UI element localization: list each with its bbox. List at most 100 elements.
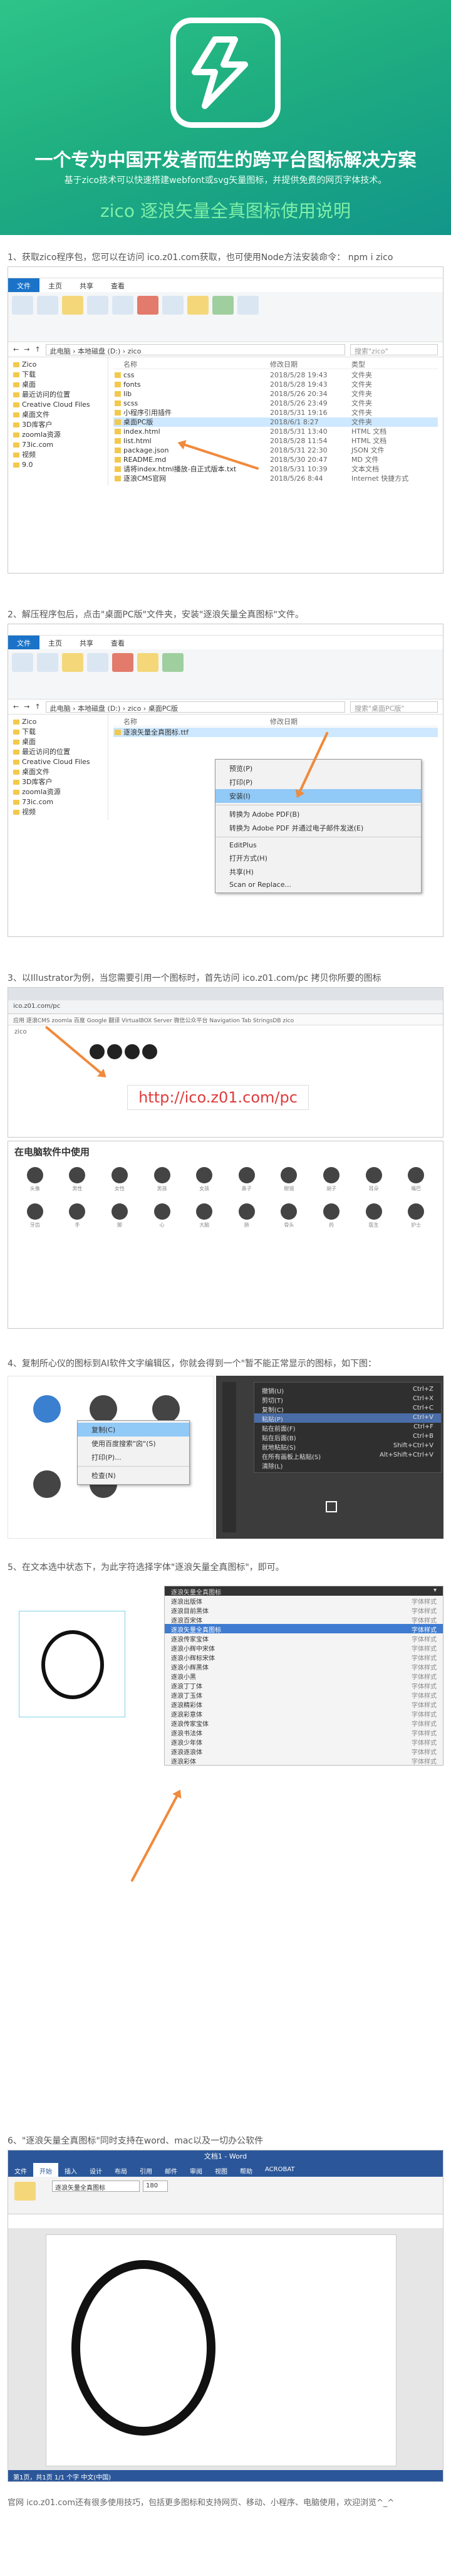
nav-item[interactable]: 9.0	[12, 460, 104, 470]
nav-item[interactable]: 桌面文件	[12, 767, 104, 777]
gallery-icon[interactable]: 眼镜	[270, 1167, 309, 1197]
file-row[interactable]: 请将index.html播放-自正式版本.txt 2018/5/31 10:39 文…	[113, 464, 438, 474]
tab-home[interactable]: 主页	[39, 278, 71, 292]
font-item[interactable]: 逐浪少年体 字体样式	[165, 1737, 443, 1747]
font-item[interactable]: 逐浪逐浪体 字体样式	[165, 1746, 443, 1756]
nav-item[interactable]: 桌面	[12, 380, 104, 390]
font-item[interactable]: 逐浪传家宝体 字体样式	[165, 1633, 443, 1643]
file-row[interactable]: scss 2018/5/26 23:49 文件夹	[113, 399, 438, 408]
nav-item[interactable]: Creative Cloud Files	[12, 757, 104, 767]
font-item-selected[interactable]: 逐浪矢量全真图标 字体样式	[165, 1624, 443, 1634]
file-row[interactable]: fonts 2018/5/28 19:43 文件夹	[113, 380, 438, 389]
menu-item-print[interactable]: 打印(P)	[215, 775, 421, 789]
font-item[interactable]: 逐浪小黑 字体样式	[165, 1671, 443, 1681]
font-item[interactable]: 逐浪精彩体 字体样式	[165, 1699, 443, 1709]
nav-item[interactable]: 下载	[12, 727, 104, 737]
file-row[interactable]: README.md 2018/5/30 20:47 MD 文件	[113, 455, 438, 464]
font-item[interactable]: 逐浪传家宝体 字体样式	[165, 1718, 443, 1728]
gallery-icon[interactable]: 男性	[58, 1167, 97, 1197]
bookmarks-bar[interactable]: 应用 逐浪CMS zoomla 百度 Google 翻译 VirtualBOX …	[8, 1014, 443, 1025]
menu-item-cut[interactable]: 剪切(T) Ctrl+X	[254, 1395, 441, 1405]
file-row[interactable]: 小程序引用插件 2018/5/31 19:16 文件夹	[113, 408, 438, 417]
file-row[interactable]: list.html 2018/5/28 11:54 HTML 文档	[113, 436, 438, 446]
menu-item-paste-in-place[interactable]: 就地粘贴(S) Shift+Ctrl+V	[254, 1442, 441, 1452]
file-row[interactable]: css 2018/5/28 19:43 文件夹	[113, 370, 438, 380]
menu-item-open-with[interactable]: 打开方式(H)	[215, 851, 421, 865]
menu-item-install[interactable]: 安装(I)	[215, 789, 421, 803]
select-all-icon[interactable]	[237, 296, 259, 315]
tab-file[interactable]: 文件	[8, 636, 39, 649]
nav-item[interactable]: 桌面文件	[12, 410, 104, 420]
pin-icon[interactable]	[12, 653, 33, 672]
nav-item[interactable]: zoomla资源	[12, 787, 104, 797]
back-icon[interactable]: ←	[13, 703, 19, 711]
nav-item[interactable]: 视频	[12, 807, 104, 817]
nav-item[interactable]: 下载	[12, 370, 104, 380]
path-field[interactable]: 此电脑 › 本地磁盘 (D:) › zico › 桌面PC版	[45, 701, 345, 713]
font-item[interactable]: 逐浪百宋体 字体样式	[165, 1615, 443, 1625]
menu-item-inspect[interactable]: 检查(N)	[78, 1469, 189, 1482]
nav-item[interactable]: 视频	[12, 450, 104, 460]
paste-icon[interactable]	[14, 2182, 36, 2201]
forward-icon[interactable]: →	[24, 345, 29, 353]
font-item[interactable]: 逐浪书法体 字体样式	[165, 1727, 443, 1737]
menu-item-print[interactable]: 打印(P)...	[78, 1450, 189, 1464]
copy-to-icon[interactable]	[112, 296, 133, 315]
delete-icon[interactable]	[137, 296, 158, 315]
tab-design[interactable]: 设计	[83, 2163, 108, 2177]
nav-item[interactable]: 桌面	[12, 737, 104, 747]
tab-layout[interactable]: 布局	[108, 2163, 133, 2177]
font-item[interactable]: 逐浪彩意体 字体样式	[165, 1709, 443, 1719]
face-icon[interactable]	[142, 1044, 157, 1059]
font-name-select[interactable]: 逐浪矢量全真图标	[52, 2181, 140, 2192]
gallery-icon[interactable]: 护士	[397, 1203, 435, 1233]
menu-item-preview[interactable]: 预览(P)	[215, 762, 421, 775]
col-type[interactable]: 类型	[351, 360, 427, 369]
tab-view[interactable]: 视图	[209, 2163, 234, 2177]
nav-item[interactable]: 最近访问的位置	[12, 747, 104, 757]
tab-help[interactable]: 帮助	[234, 2163, 259, 2177]
tool-panel[interactable]	[222, 1382, 236, 1532]
face-icon[interactable]	[125, 1044, 140, 1059]
font-item[interactable]: 逐浪小辉黑体 字体样式	[165, 1662, 443, 1672]
up-icon[interactable]: ↑	[34, 703, 40, 711]
menu-item-baidu[interactable]: 使用百度搜索"囟"(S)	[78, 1437, 189, 1450]
font-item[interactable]: 逐浪丁玉体 字体样式	[165, 1690, 443, 1700]
file-row-pc-version[interactable]: 桌面PC版 2018/6/1 8:27 文件夹	[113, 417, 438, 427]
tab-mailings[interactable]: 邮件	[158, 2163, 184, 2177]
menu-item-pdf-email[interactable]: 转换为 Adobe PDF 并通过电子邮件发送(E)	[215, 821, 421, 835]
gallery-icon[interactable]: 骨头	[270, 1203, 309, 1233]
nav-item[interactable]: Zico	[12, 717, 104, 727]
new-folder-icon[interactable]	[137, 653, 158, 672]
tab-share[interactable]: 共享	[71, 278, 102, 292]
nav-item[interactable]: 73ic.com	[12, 797, 104, 807]
menu-item-paste-back[interactable]: 贴在后面(B) Ctrl+B	[254, 1432, 441, 1442]
properties-icon[interactable]	[212, 296, 234, 315]
menu-item-clear[interactable]: 清除(L)	[254, 1460, 441, 1470]
nav-item[interactable]: 最近访问的位置	[12, 390, 104, 400]
gallery-icon[interactable]: 头像	[16, 1167, 54, 1197]
nav-item[interactable]: 3D库客户	[12, 420, 104, 430]
menu-item-paste[interactable]: 粘贴(P) Ctrl+V	[254, 1413, 441, 1423]
nav-item[interactable]: 73ic.com	[12, 440, 104, 450]
file-row-ttf[interactable]: 逐浪矢量全真图标.ttf	[113, 728, 438, 737]
up-icon[interactable]: ↑	[34, 345, 40, 353]
face-icon[interactable]	[90, 1044, 105, 1059]
col-name[interactable]: 名称	[113, 360, 270, 369]
menu-item-share[interactable]: 共享(H)	[215, 865, 421, 879]
font-item[interactable]: 逐浪小辉中宋体 字体样式	[165, 1643, 443, 1653]
gallery-icon[interactable]: 鼻子	[227, 1167, 266, 1197]
forward-icon[interactable]: →	[24, 703, 29, 711]
font-item[interactable]: 逐浪目前黑体 字体样式	[165, 1605, 443, 1615]
new-folder-icon[interactable]	[187, 296, 209, 315]
nav-item[interactable]: 3D库客户	[12, 777, 104, 787]
word-page[interactable]	[46, 2234, 397, 2466]
paste-icon[interactable]	[62, 296, 83, 315]
menu-item-scan[interactable]: Scan or Replace...	[215, 879, 421, 891]
gallery-icon[interactable]: 女性	[100, 1167, 139, 1197]
menu-item-paste-all[interactable]: 在所有画板上粘贴(S) Alt+Shift+Ctrl+V	[254, 1451, 441, 1461]
gallery-icon[interactable]: 耳朵	[355, 1167, 393, 1197]
tab-share[interactable]: 共享	[71, 636, 102, 649]
file-row[interactable]: lib 2018/5/26 20:34 文件夹	[113, 389, 438, 399]
gallery-icon[interactable]: 脚	[100, 1203, 139, 1233]
